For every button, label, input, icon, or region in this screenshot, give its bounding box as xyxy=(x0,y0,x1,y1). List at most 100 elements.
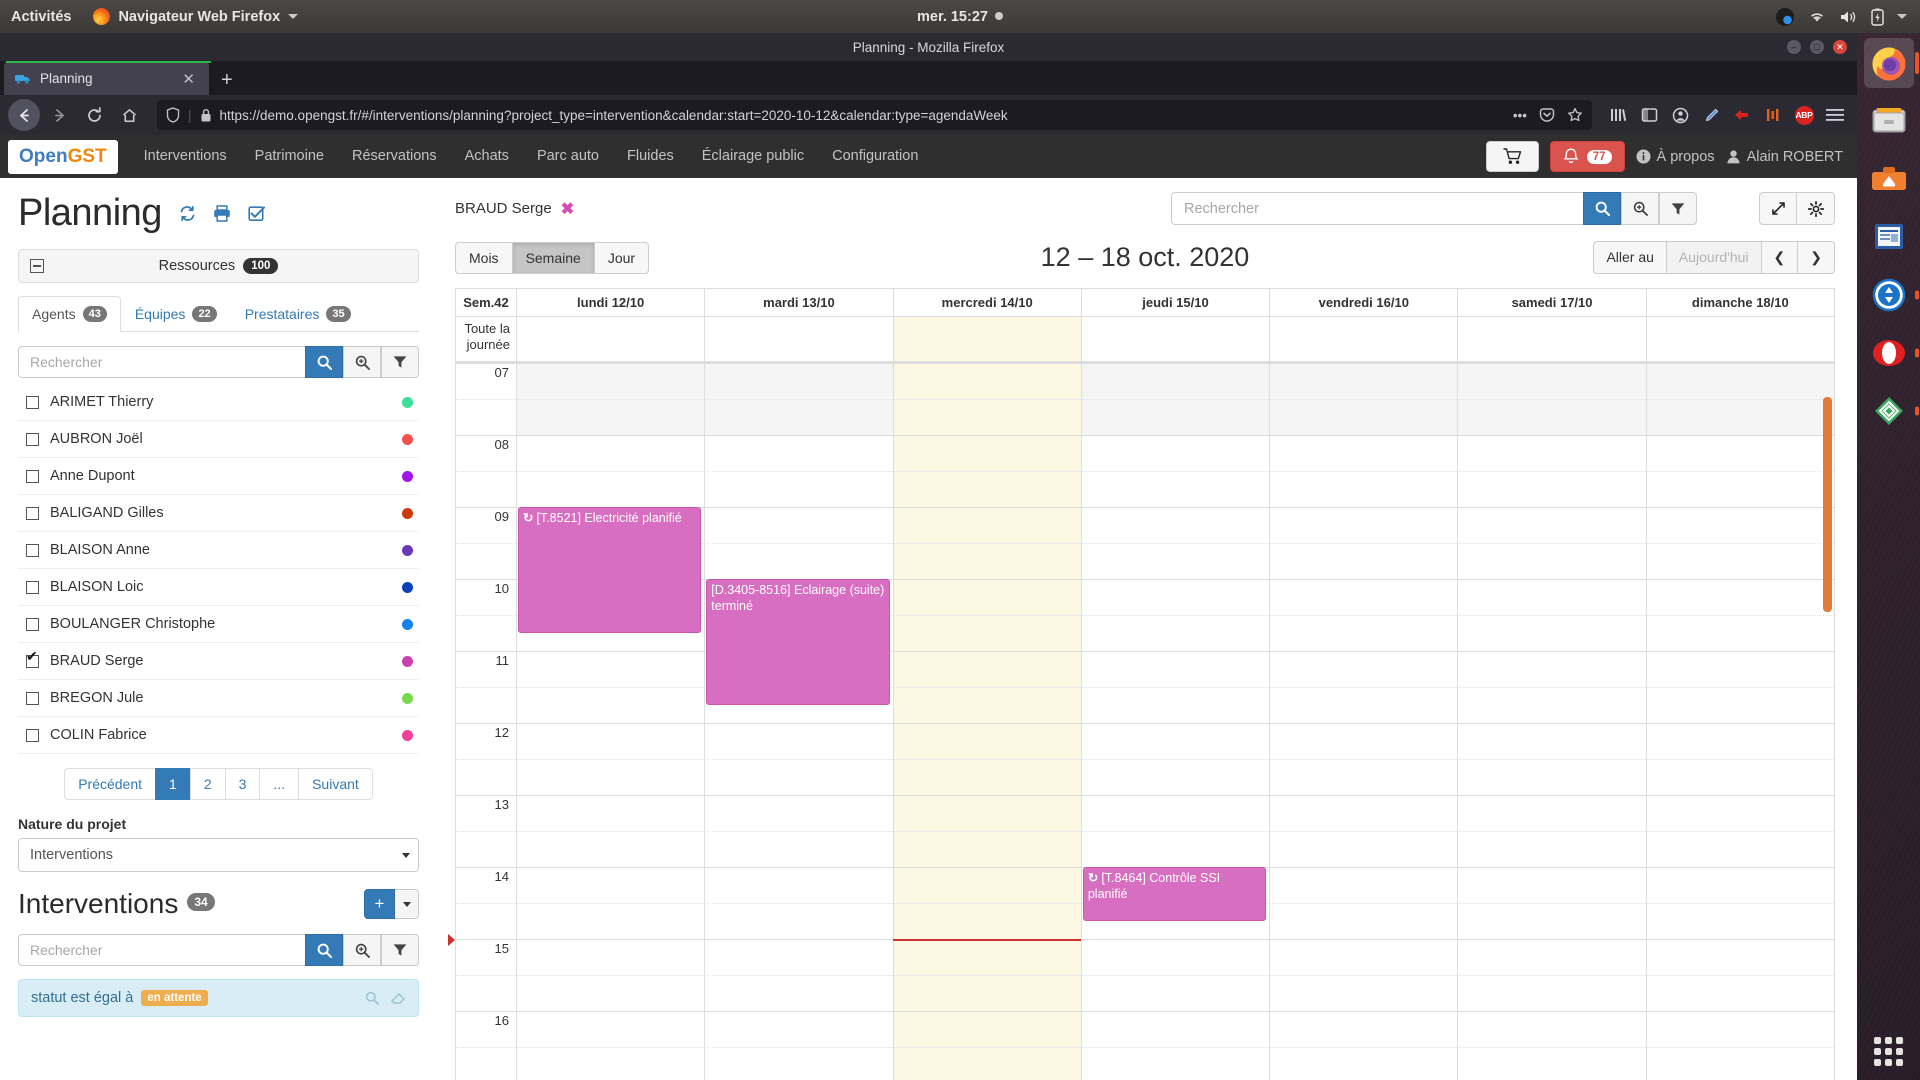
pagination-next[interactable]: Suivant xyxy=(298,768,373,800)
calendar-slot-6[interactable] xyxy=(1645,796,1834,831)
calendar-search-button[interactable] xyxy=(1583,192,1621,225)
calendar-slot-1[interactable] xyxy=(704,831,893,867)
day-header-mardi[interactable]: mardi 13/10 xyxy=(704,289,892,316)
calendar-slot-0[interactable] xyxy=(516,364,705,399)
calendar-slot-2[interactable] xyxy=(892,1047,1081,1080)
list-item[interactable]: BLAISON Anne xyxy=(18,532,419,569)
volume-icon[interactable] xyxy=(1839,9,1858,25)
calendar-slot-5[interactable] xyxy=(1457,471,1646,507)
calendar-slot-0[interactable] xyxy=(516,975,705,1011)
calendar-slot-2[interactable] xyxy=(892,471,1081,507)
user-menu[interactable]: Alain ROBERT xyxy=(1726,149,1843,165)
calendar-slot-3[interactable] xyxy=(1080,759,1270,795)
list-item[interactable]: BREGON Jule xyxy=(18,680,419,717)
day-header-mercredi[interactable]: mercredi 14/10 xyxy=(892,289,1081,316)
calendar-slot-0[interactable] xyxy=(516,831,705,867)
dock-item-anydesk[interactable] xyxy=(1864,386,1919,436)
system-menu-chevron-icon[interactable] xyxy=(1897,14,1907,19)
calendar-slot-6[interactable] xyxy=(1645,831,1834,867)
calendar-slot-3[interactable] xyxy=(1080,652,1269,687)
filter-chip-search-icon[interactable] xyxy=(365,991,379,1005)
checkbox-tasks-icon[interactable] xyxy=(248,205,265,222)
calendar-slot-4[interactable] xyxy=(1269,543,1458,579)
calendar-slot-2[interactable] xyxy=(892,436,1081,471)
calendar-slot-3[interactable] xyxy=(1080,724,1269,759)
interventions-search-button[interactable] xyxy=(305,934,343,966)
nav-item-achats[interactable]: Achats xyxy=(451,135,523,178)
agent-checkbox[interactable] xyxy=(26,649,39,668)
hamburger-menu-icon[interactable] xyxy=(1821,108,1849,122)
calendar-slot-2[interactable] xyxy=(892,399,1081,435)
notifications-button[interactable]: 77 xyxy=(1549,141,1625,172)
calendar-slot-3[interactable] xyxy=(1080,975,1270,1011)
calendar-slot-3[interactable] xyxy=(1080,615,1270,651)
new-tab-button[interactable]: + xyxy=(209,70,245,90)
calendar-slot-3[interactable] xyxy=(1080,508,1269,543)
tab-prestataires[interactable]: Prestataires 35 xyxy=(231,296,365,332)
print-icon[interactable] xyxy=(213,205,231,222)
pagination-ellipsis[interactable]: ... xyxy=(259,768,299,800)
agent-checkbox[interactable] xyxy=(26,506,39,520)
calendar-slot-1[interactable] xyxy=(704,364,893,399)
calendar-slot-6[interactable] xyxy=(1645,687,1834,723)
calendar-slot-5[interactable] xyxy=(1457,1012,1645,1047)
calendar-slot-6[interactable] xyxy=(1645,903,1834,939)
pagination-page-1[interactable]: 1 xyxy=(155,768,190,800)
calendar-slot-6[interactable] xyxy=(1645,580,1834,615)
calendar-slot-5[interactable] xyxy=(1457,903,1646,939)
calendar-slot-0[interactable] xyxy=(516,940,704,975)
agent-checkbox[interactable] xyxy=(26,580,39,594)
battery-icon[interactable] xyxy=(1871,8,1884,26)
pagination-page-3[interactable]: 3 xyxy=(224,768,260,800)
agents-filter-button[interactable] xyxy=(381,346,419,378)
calendar-slot-3[interactable] xyxy=(1080,796,1269,831)
pocket-icon[interactable] xyxy=(1539,107,1555,123)
calendar-slot-1[interactable] xyxy=(704,975,893,1011)
calendar-slot-0[interactable] xyxy=(516,471,705,507)
calendar-slot-4[interactable] xyxy=(1269,508,1457,543)
calendar-slot-3[interactable] xyxy=(1080,831,1270,867)
calendar-slot-5[interactable] xyxy=(1457,940,1645,975)
list-item[interactable]: BRAUD Serge xyxy=(18,643,419,680)
nav-item-fluides[interactable]: Fluides xyxy=(613,135,688,178)
calendar-slot-4[interactable] xyxy=(1269,1047,1458,1080)
calendar-slot-0[interactable] xyxy=(516,687,705,723)
calendar-slot-0[interactable] xyxy=(516,652,704,687)
back-button[interactable] xyxy=(8,99,40,131)
teamviewer-tray-icon[interactable] xyxy=(1775,7,1795,27)
calendar-slot-1[interactable] xyxy=(704,1047,893,1080)
calendar-slot-3[interactable] xyxy=(1080,364,1270,399)
calendar-slot-6[interactable] xyxy=(1645,471,1834,507)
view-button-mois[interactable]: Mois xyxy=(455,241,512,274)
calendar-slot-2[interactable] xyxy=(892,687,1081,723)
page-actions-icon[interactable]: ••• xyxy=(1513,108,1527,123)
dock-item-libreoffice-writer[interactable] xyxy=(1864,212,1914,262)
calendar-slot-3[interactable] xyxy=(1080,436,1269,471)
calendar-slot-3[interactable] xyxy=(1080,687,1270,723)
calendar-slot-1[interactable] xyxy=(704,940,892,975)
library-icon[interactable] xyxy=(1604,107,1632,123)
calendar-slot-5[interactable] xyxy=(1457,831,1646,867)
calendar-slot-6[interactable] xyxy=(1645,364,1834,399)
calendar-slot-0[interactable] xyxy=(516,724,704,759)
view-button-jour[interactable]: Jour xyxy=(593,241,650,274)
home-button[interactable] xyxy=(113,99,145,131)
close-button[interactable]: ✕ xyxy=(1833,40,1847,54)
calendar-slot-5[interactable] xyxy=(1457,543,1646,579)
calendar-slot-4[interactable] xyxy=(1269,759,1458,795)
sidebar-icon[interactable] xyxy=(1635,107,1663,123)
calendar-slot-4[interactable] xyxy=(1269,615,1458,651)
calendar-slot-6[interactable] xyxy=(1645,868,1834,903)
bitwarden-icon[interactable] xyxy=(1759,107,1787,123)
calendar-filter-button[interactable] xyxy=(1659,192,1697,225)
all-day-cell-samedi[interactable] xyxy=(1457,317,1645,361)
day-header-jeudi[interactable]: jeudi 15/10 xyxy=(1080,289,1269,316)
prev-week-button[interactable]: ❮ xyxy=(1760,241,1798,274)
calendar-slot-5[interactable] xyxy=(1457,868,1645,903)
agent-checkbox[interactable] xyxy=(26,543,39,557)
close-tab-icon[interactable]: ✕ xyxy=(177,70,200,88)
tab-equipes[interactable]: Équipes 22 xyxy=(121,296,231,332)
highlighter-pen-icon[interactable] xyxy=(1697,107,1725,124)
calendar-slot-5[interactable] xyxy=(1457,399,1646,435)
all-day-cell-jeudi[interactable] xyxy=(1080,317,1269,361)
